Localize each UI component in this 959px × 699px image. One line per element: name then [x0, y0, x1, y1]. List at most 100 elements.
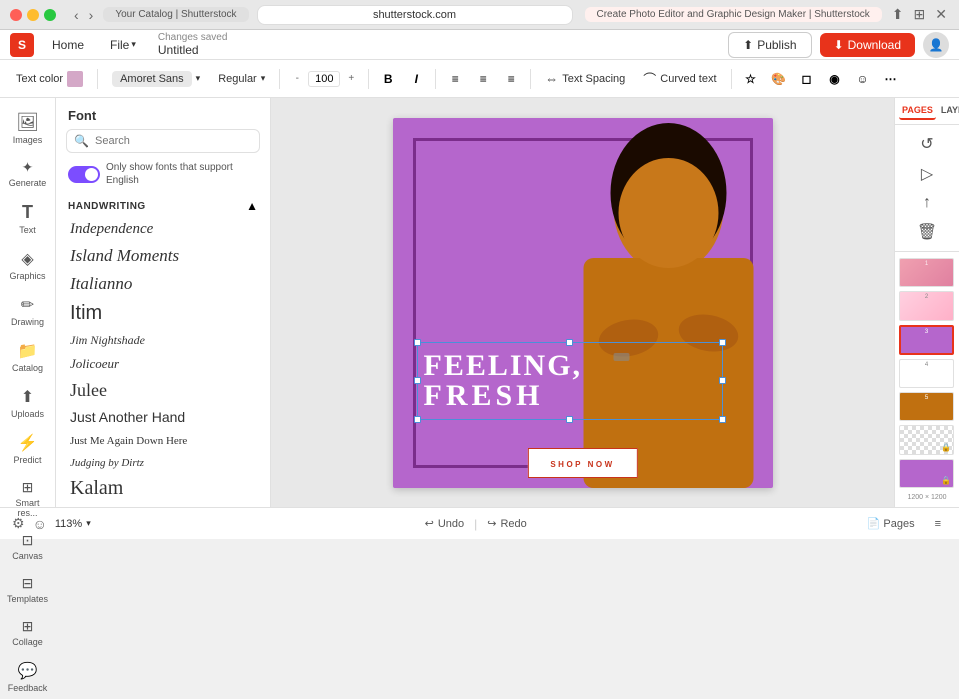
font-name-control[interactable]: Amoret Sans ▾ [106, 68, 206, 90]
emoji-face-icon[interactable]: ☺ [33, 516, 47, 532]
download-button[interactable]: ⬇ Download [820, 33, 915, 57]
bottom-center: ↩ Undo | ↪ Redo [103, 517, 849, 531]
font-item-independence[interactable]: Independence [56, 217, 270, 242]
shop-now-button[interactable]: SHOP NOW [527, 448, 637, 478]
file-chevron: ▾ [131, 39, 136, 50]
font-item-just-me[interactable]: Just Me Again Down Here [56, 429, 270, 451]
handwriting-section-header[interactable]: HANDWRITING ▲ [56, 195, 270, 217]
new-tab-button[interactable]: ⊞ [912, 6, 928, 23]
maximize-dot[interactable] [44, 9, 56, 21]
sidebar-item-catalog[interactable]: 📁 Catalog [4, 335, 52, 379]
browser-close[interactable]: ✕ [933, 6, 949, 23]
bold-button[interactable]: B [377, 68, 399, 90]
font-item-island-moments[interactable]: Island Moments [56, 242, 270, 270]
tab-editor[interactable]: Create Photo Editor and Graphic Design M… [585, 7, 882, 22]
pages-tab-button[interactable]: 📄 Pages [861, 514, 921, 533]
palette-button[interactable]: 🎨 [768, 68, 790, 90]
sidebar-item-graphics[interactable]: ◈ Graphics [4, 243, 52, 287]
tab-catalog[interactable]: Your Catalog | Shutterstock [103, 7, 248, 22]
share-button[interactable]: ⬆ [890, 6, 906, 23]
italic-button[interactable]: I [405, 68, 427, 90]
right-panel-tabs: PAGES LAYE... [895, 98, 959, 125]
sidebar-item-collage[interactable]: ⊞ Collage [4, 612, 52, 653]
person-svg [564, 118, 773, 488]
emoji-button[interactable]: ☺ [852, 68, 874, 90]
smart-resize-icon: ⊞ [22, 479, 34, 496]
text-icon: T [22, 202, 33, 223]
favorite-button[interactable]: ☆ [740, 68, 762, 90]
sidebar-item-generate[interactable]: ✦ Generate [4, 153, 52, 194]
divider-1 [97, 69, 98, 89]
arrow-icon[interactable]: ↑ [920, 191, 934, 215]
url-bar[interactable]: shutterstock.com [257, 5, 573, 25]
forward-button[interactable]: › [87, 7, 96, 23]
sidebar-item-uploads[interactable]: ⬆ Uploads [4, 381, 52, 425]
sidebar-item-predict[interactable]: ⚡ Predict [4, 427, 52, 471]
color-swatch[interactable] [67, 71, 83, 87]
page-thumb-6[interactable]: 🔒 [899, 425, 954, 454]
canvas-content[interactable]: FEELING, FRESH SHOP NOW [393, 118, 773, 488]
font-item-judging[interactable]: Judging by Dirtz [56, 451, 270, 473]
user-avatar[interactable]: 👤 [923, 32, 949, 58]
file-nav[interactable]: File ▾ [102, 35, 144, 55]
text-color-control[interactable]: Text color [10, 68, 89, 90]
font-item-jim-nightshade[interactable]: Jim Nightshade [56, 329, 270, 352]
sidebar-item-drawing[interactable]: ✏ Drawing [4, 289, 52, 333]
font-panel: Font 🔍 Only show fonts that support Engl… [56, 98, 271, 507]
page-thumb-5[interactable]: 5 [899, 392, 954, 421]
layers-tab-button[interactable]: ≡ [929, 515, 947, 533]
settings-icon[interactable]: ⚙ [12, 515, 25, 532]
font-style-control[interactable]: Regular ▾ [212, 70, 271, 88]
page-thumb-4[interactable]: 4 [899, 359, 954, 388]
undo-control[interactable]: ↩ Undo [425, 517, 465, 530]
font-item-kaushan[interactable]: Kaushan Script [56, 504, 270, 507]
sidebar-item-canvas[interactable]: ⊡ Canvas [4, 526, 52, 567]
page-thumb-7[interactable]: 🔒 [899, 459, 954, 488]
browser-nav: ‹ › [72, 7, 95, 23]
page-thumb-1[interactable]: 1 [899, 258, 954, 287]
font-size-minus[interactable]: - [288, 70, 306, 88]
zoom-control[interactable]: 113% ▾ [55, 518, 91, 530]
font-item-jolicoeur[interactable]: Jolicoeur [56, 352, 270, 376]
canvas-area[interactable]: FEELING, FRESH SHOP NOW [271, 98, 894, 507]
minimize-dot[interactable] [27, 9, 39, 21]
close-dot[interactable] [10, 9, 22, 21]
sidebar-item-feedback[interactable]: 💬 Feedback [4, 655, 52, 699]
align-right-button[interactable]: ≡ [500, 68, 522, 90]
curved-text-control[interactable]: ⌒ Curved text [637, 66, 722, 91]
redo-control[interactable]: ↪ Redo [487, 517, 527, 530]
right-panel-icons: ↺ ▷ ↑ 🗑 [895, 125, 959, 252]
align-center-button[interactable]: ≡ [472, 68, 494, 90]
canvas-size-label: 1200 × 1200 [899, 492, 955, 501]
eraser-button[interactable]: ◻ [796, 68, 818, 90]
section-collapse-icon: ▲ [246, 199, 258, 213]
back-button[interactable]: ‹ [72, 7, 81, 23]
text-spacing-control[interactable]: ⇔ Text Spacing [539, 68, 631, 89]
sidebar-item-images[interactable]: 🖼 Images [4, 106, 52, 151]
font-item-kalam[interactable]: Kalam [56, 473, 270, 504]
tab-pages[interactable]: PAGES [899, 102, 936, 120]
more-button[interactable]: ⋯ [880, 68, 902, 90]
home-nav[interactable]: Home [44, 35, 92, 55]
tab-layers[interactable]: LAYE... [938, 102, 959, 120]
top-bar: S Home File ▾ Changes saved Untitled ⬆ P… [0, 30, 959, 60]
page-thumb-3[interactable]: 3 [899, 325, 954, 355]
sidebar-item-text[interactable]: T Text [4, 196, 52, 241]
font-item-italianno[interactable]: Italianno [56, 270, 270, 298]
font-item-itim[interactable]: Itim [56, 298, 270, 329]
delete-icon[interactable]: 🗑 [914, 219, 940, 245]
cursor-icon[interactable]: ▷ [918, 161, 936, 187]
font-item-julee[interactable]: Julee [56, 376, 270, 405]
align-left-button[interactable]: ≡ [444, 68, 466, 90]
predict-icon: ⚡ [18, 433, 38, 453]
page-thumb-2[interactable]: 2 [899, 291, 954, 320]
search-input[interactable] [66, 129, 260, 153]
font-size-plus[interactable]: + [342, 70, 360, 88]
mask-button[interactable]: ◉ [824, 68, 846, 90]
rotate-icon[interactable]: ↺ [917, 131, 936, 157]
text-selection-container[interactable]: FEELING, FRESH [417, 342, 723, 420]
font-item-just-another-hand[interactable]: Just Another Hand [56, 405, 270, 429]
sidebar-item-templates[interactable]: ⊟ Templates [4, 569, 52, 610]
publish-button[interactable]: ⬆ Publish [728, 32, 811, 58]
english-toggle[interactable] [68, 166, 100, 183]
